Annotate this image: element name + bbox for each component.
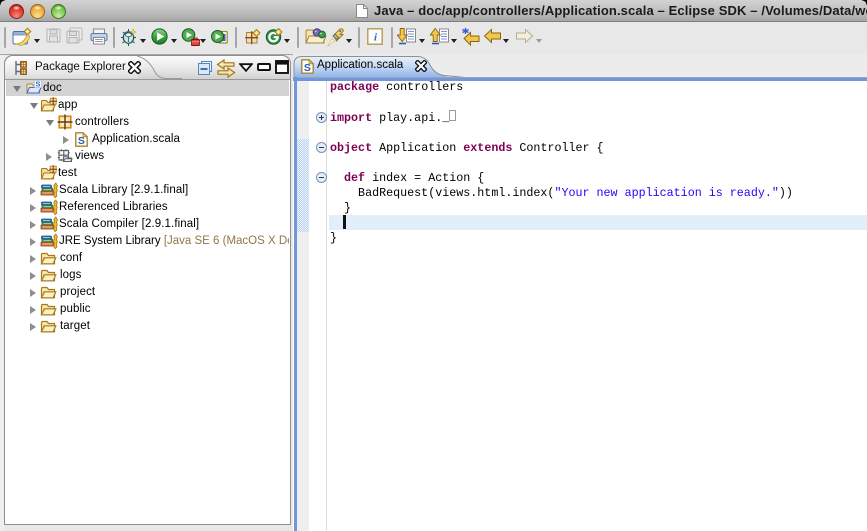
svg-text:S: S (35, 80, 40, 89)
svg-text:S: S (304, 62, 311, 74)
svg-text:S: S (78, 135, 85, 147)
